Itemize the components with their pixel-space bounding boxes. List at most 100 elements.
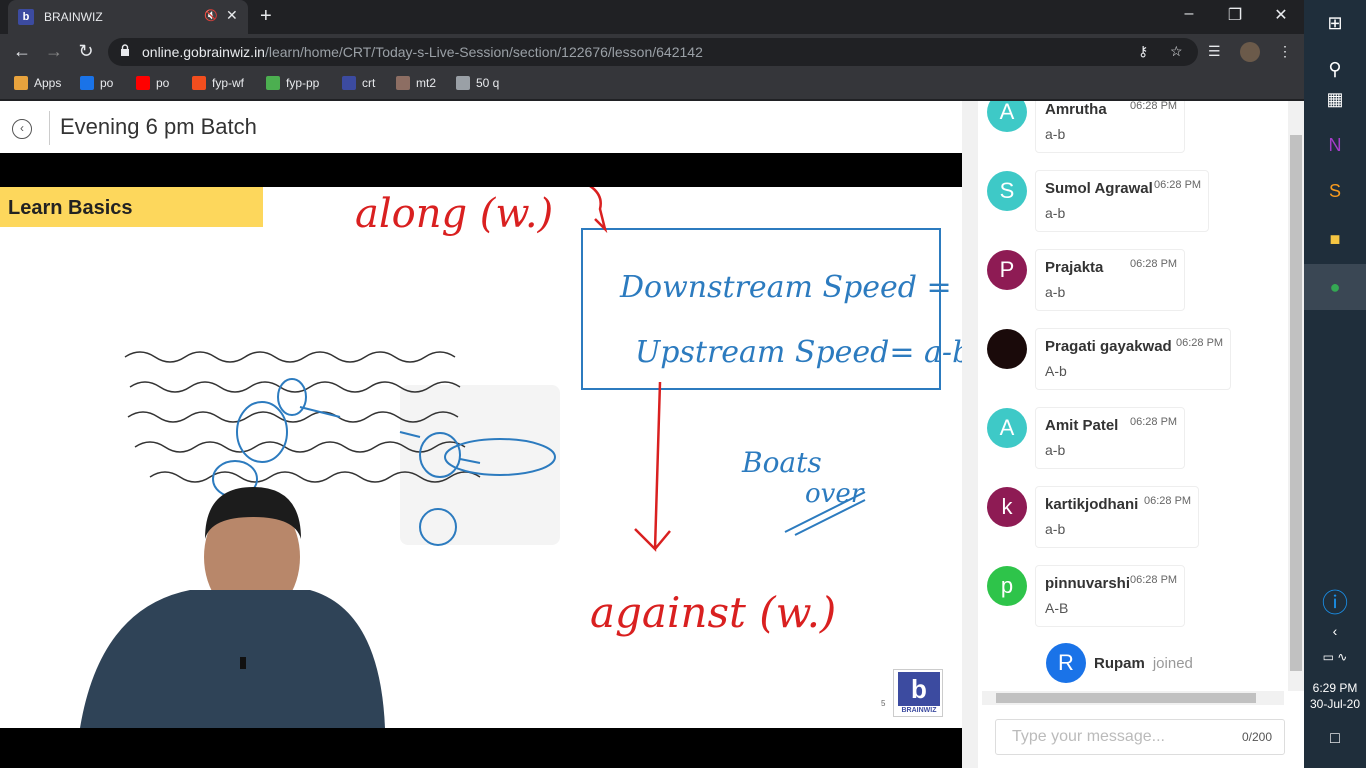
bookmark-5[interactable]: crt (342, 76, 375, 90)
brand-text: BRAINWIZ (901, 707, 937, 714)
chat-horizontal-scrollbar[interactable] (982, 691, 1284, 705)
network-battery-icon[interactable]: ▭ ∿ (1304, 634, 1366, 680)
clock-date: 30-Jul-20 (1309, 697, 1361, 711)
window-close-button[interactable]: ✕ (1266, 5, 1296, 25)
avatar: S (987, 171, 1027, 211)
message-text: a-b (1045, 442, 1066, 458)
bookmark-label: fyp-pp (286, 76, 320, 90)
lock-icon (121, 44, 129, 56)
message-time: 06:28 PM (1130, 258, 1178, 270)
file-explorer-icon[interactable]: ■ (1304, 216, 1366, 262)
water-waves (124, 351, 481, 483)
sender-name: Amit Patel (1045, 417, 1119, 434)
browser-tab-bar: b BRAINWIZ 🔇 ✕ + – ❐ ✕ (0, 0, 1304, 34)
notification-icon[interactable]: □ (1304, 716, 1366, 762)
windows-start-icon[interactable]: ⊞ (1304, 0, 1366, 46)
scroll-thumb[interactable] (996, 693, 1256, 703)
message-bubble: pinnuvarshi 06:28 PM A-B (1035, 565, 1185, 627)
chat-panel: A Amrutha 06:28 PM a-b S Sumol Agrawal 06:28 P… (978, 101, 1288, 701)
bookmark-0[interactable]: Apps (14, 76, 61, 90)
new-tab-button[interactable]: + (260, 5, 272, 28)
minimize-button[interactable]: – (1174, 5, 1204, 23)
chat-message: p pinnuvarshi 06:28 PM A-B (986, 565, 1286, 635)
menu-kebab-icon[interactable]: ⋮ (1278, 43, 1292, 60)
message-text: a-b (1045, 284, 1066, 300)
message-text: a-b (1045, 126, 1066, 142)
address-bar[interactable]: online.gobrainwiz.in/learn/home/CRT/Toda… (108, 38, 1198, 66)
message-time: 06:28 PM (1144, 495, 1192, 507)
task-view-icon[interactable]: ▦ (1304, 76, 1366, 122)
clock-time: 6:29 PM (1312, 681, 1358, 695)
chrome-icon[interactable]: ● (1304, 264, 1366, 310)
sender-name: Pragati gayakwad (1045, 338, 1172, 355)
page-title: Evening 6 pm Batch (60, 114, 257, 139)
chat-vertical-scrollbar[interactable] (1288, 101, 1304, 691)
avatar: A (987, 101, 1027, 132)
key-icon[interactable]: ⚷ (1138, 43, 1148, 60)
bookmark-1[interactable]: po (80, 76, 113, 90)
join-notice: R Rupam joined (1046, 643, 1193, 683)
sender-name: pinnuvarshi (1045, 575, 1131, 592)
tab-close-icon[interactable]: ✕ (226, 7, 238, 24)
message-text: A-b (1045, 363, 1067, 379)
brainwiz-favicon-icon: b (18, 9, 34, 25)
bookmark-label: po (156, 76, 170, 90)
video-player[interactable]: Learn Basics Downstream Speed = Upstream… (0, 153, 962, 768)
profile-avatar[interactable] (1240, 42, 1260, 62)
bookmark-label: fyp-wf (212, 76, 245, 90)
message-time: 06:28 PM (1130, 101, 1178, 112)
bookmark-2[interactable]: po (136, 76, 169, 90)
back-arrow-icon[interactable]: ‹ (12, 119, 32, 139)
chat-message: P Prajakta 06:28 PM a-b (986, 249, 1286, 319)
bookmark-label: crt (362, 76, 376, 90)
along-arrow (589, 187, 608, 234)
bookmarks-bar: Apps po po fyp-wf fyp-pp crt mt2 50 q (0, 70, 1304, 100)
message-bubble: Sumol Agrawal 06:28 PM a-b (1035, 170, 1209, 232)
reload-button[interactable]: ↻ (75, 41, 97, 62)
globe-icon (456, 76, 470, 90)
chat-input-box: 0/200 (995, 719, 1285, 755)
message-time: 06:28 PM (1130, 416, 1178, 428)
char-counter: 0/200 (1241, 730, 1272, 744)
scroll-thumb[interactable] (1290, 135, 1302, 671)
sender-name: Amrutha (1045, 101, 1107, 118)
back-button[interactable]: ← (11, 41, 33, 62)
system-clock[interactable]: 6:29 PM 30-Jul-20 (1304, 680, 1366, 712)
bookmark-6[interactable]: mt2 (396, 76, 436, 90)
avatar: P (987, 250, 1027, 290)
avatar: A (987, 408, 1027, 448)
brainwiz-logo: b BRAINWIZ (893, 669, 943, 717)
bookmark-label: po (100, 76, 114, 90)
chat-message: A Amit Patel 06:28 PM a-b (986, 407, 1286, 477)
chat-message: S Sumol Agrawal 06:28 PM a-b (986, 170, 1286, 240)
down-arrow (634, 381, 671, 552)
downstream-formula: Downstream Speed = a+b (619, 270, 962, 305)
chart-icon (266, 76, 280, 90)
joined-status: joined (1152, 654, 1193, 672)
sender-name: Prajakta (1045, 259, 1104, 276)
forward-button[interactable]: → (43, 41, 65, 62)
sender-name: kartikjodhani (1045, 496, 1139, 513)
left-scrollbar[interactable] (962, 101, 978, 768)
avatar (987, 329, 1027, 369)
message-time: 06:28 PM (1176, 337, 1224, 349)
message-input[interactable] (996, 720, 1236, 754)
media-control-icon[interactable]: ☰ (1208, 43, 1221, 60)
bookmark-3[interactable]: fyp-wf (192, 76, 244, 90)
page-content: ‹ Evening 6 pm Batch Learn Basics Downst… (0, 101, 1304, 768)
lesson-header: ‹ Evening 6 pm Batch (0, 101, 962, 153)
browser-tab[interactable]: b BRAINWIZ 🔇 ✕ (8, 0, 248, 34)
message-text: a-b (1045, 205, 1066, 221)
bookmark-4[interactable]: fyp-pp (266, 76, 319, 90)
star-icon[interactable]: ☆ (1170, 43, 1183, 60)
bookmark-7[interactable]: 50 q (456, 76, 499, 90)
upstream-formula: Upstream Speed= a-b (635, 335, 962, 370)
restore-button[interactable]: ❐ (1220, 5, 1250, 25)
message-bubble: Pragati gayakwad 06:28 PM A-b (1035, 328, 1231, 390)
boats-note: Boats (741, 446, 822, 479)
mute-icon[interactable]: 🔇 (204, 9, 218, 22)
header-divider (49, 111, 50, 145)
onenote-icon[interactable]: N (1304, 122, 1366, 168)
message-bubble: Amit Patel 06:28 PM a-b (1035, 407, 1185, 469)
sublime-icon[interactable]: S (1304, 168, 1366, 214)
